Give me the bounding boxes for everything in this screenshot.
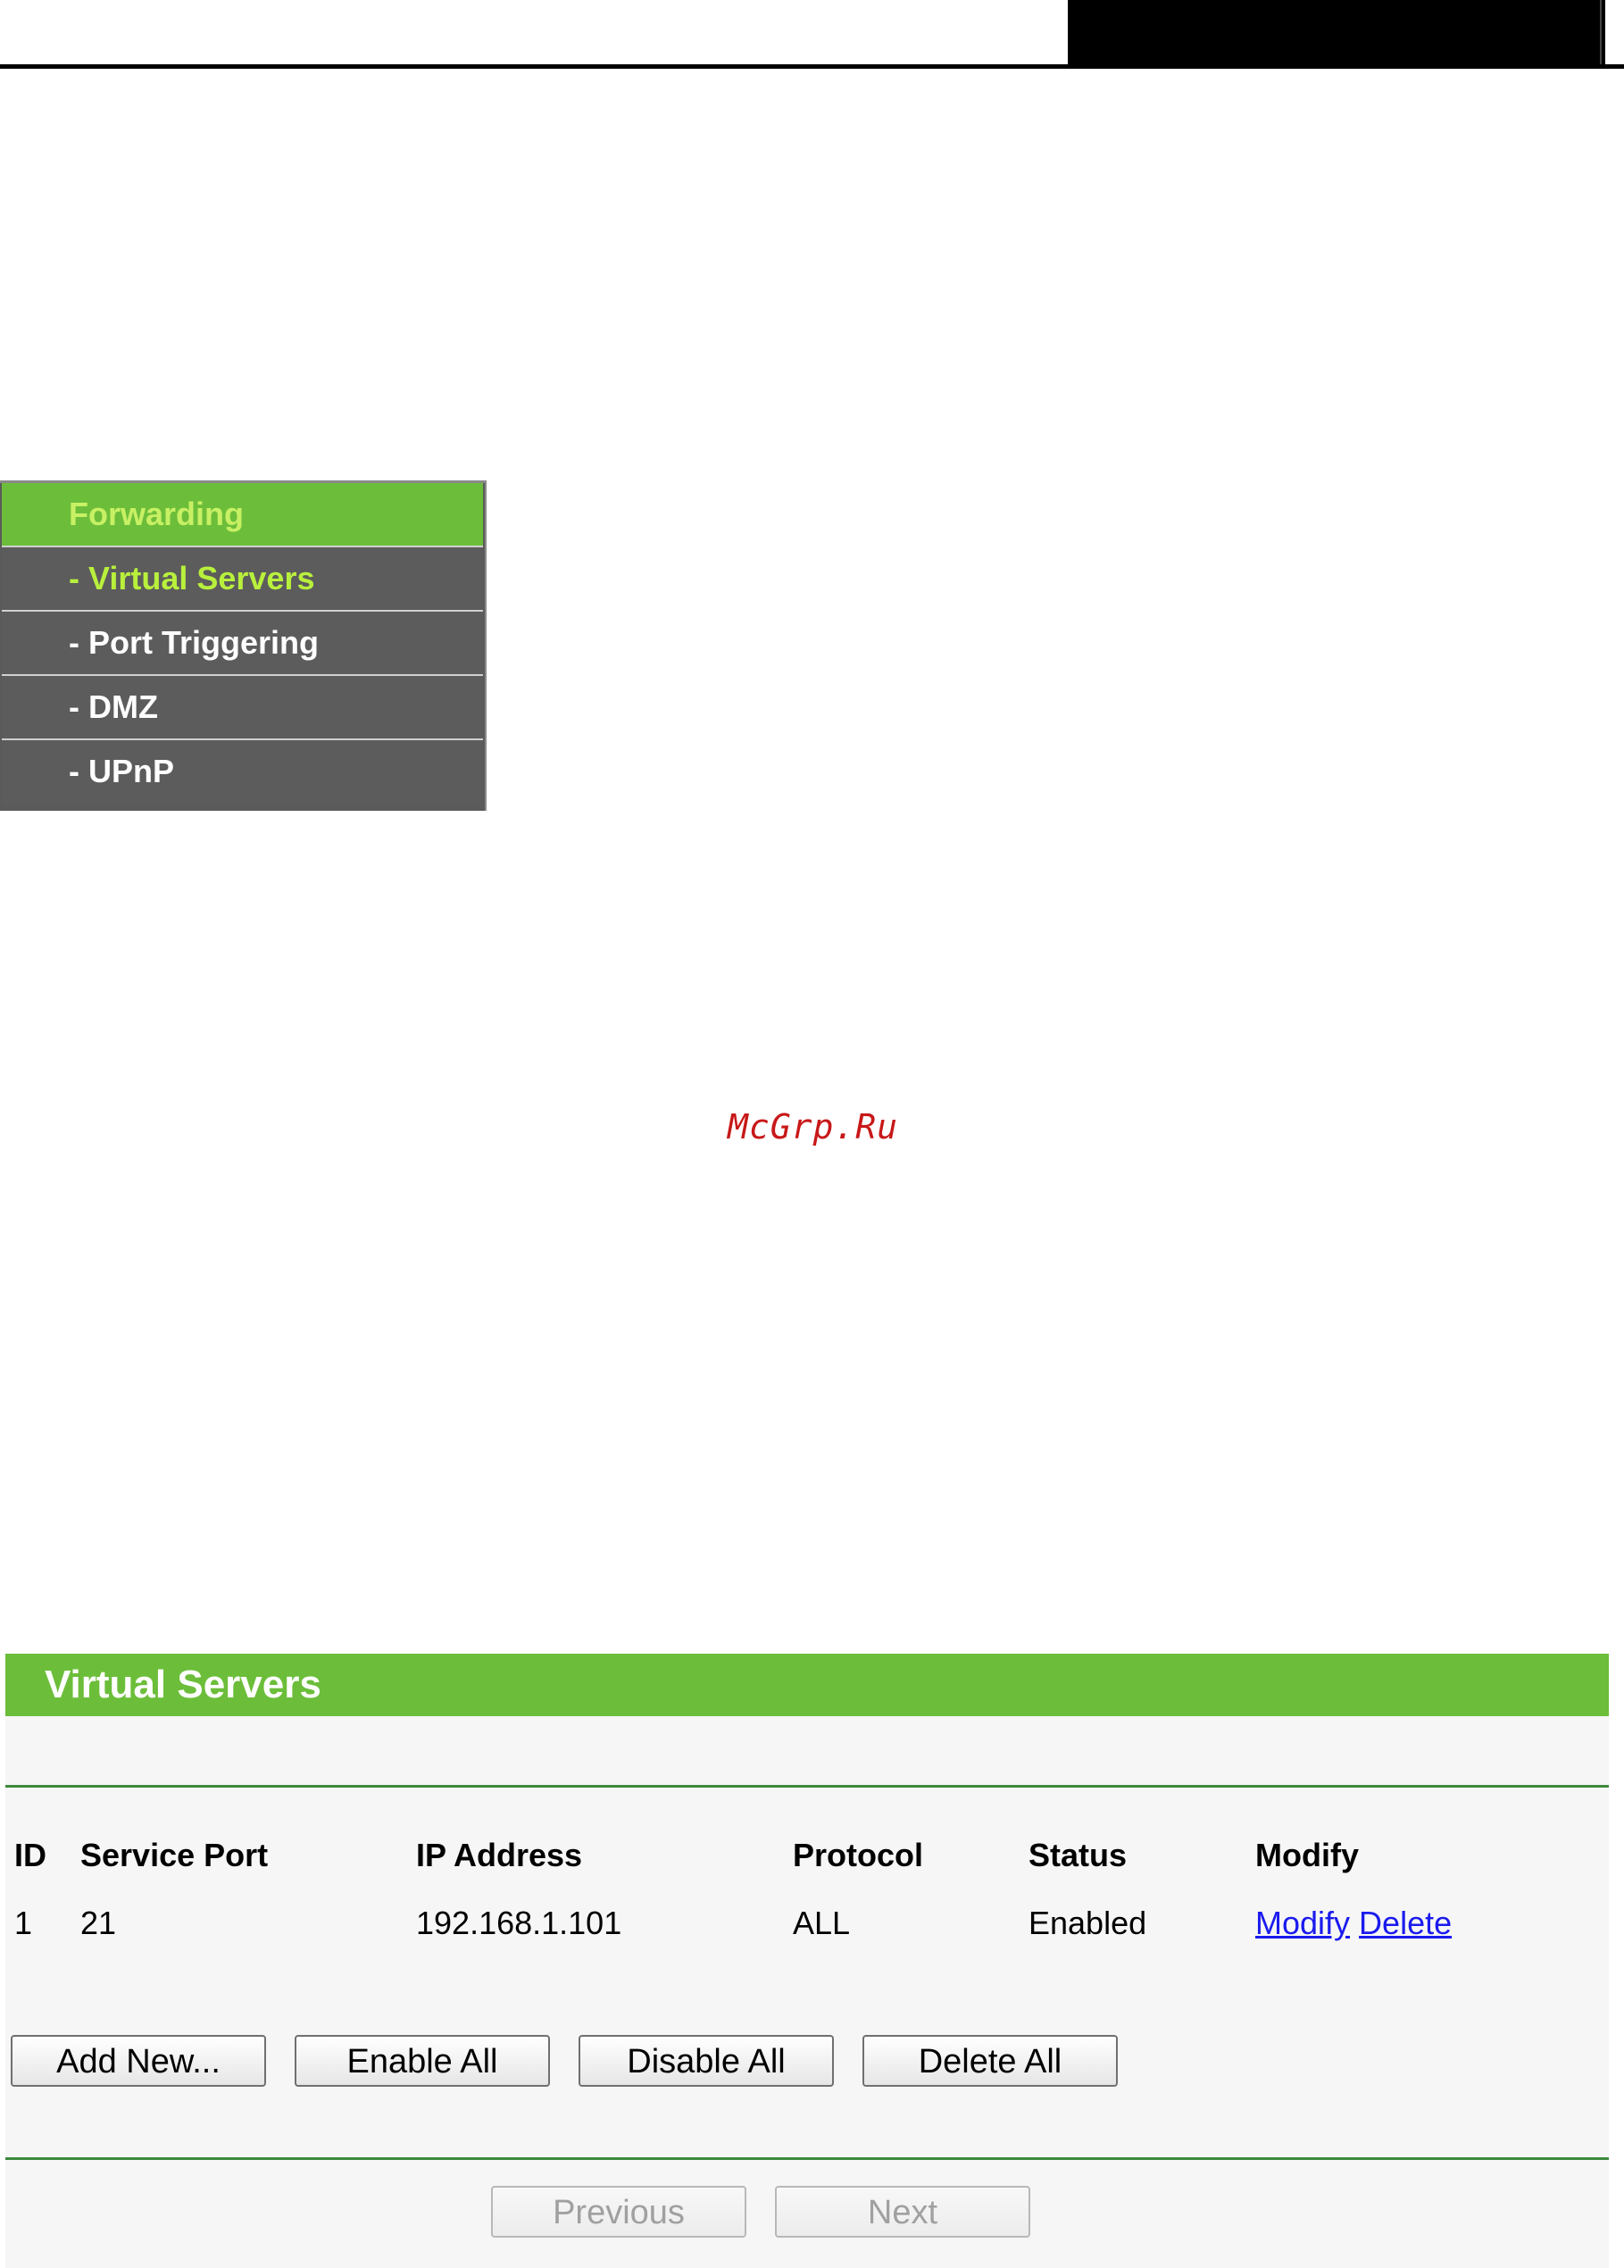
col-header-id: ID [14,1837,46,1873]
menu-item-dmz[interactable]: - DMZ [2,676,483,740]
cell-id: 1 [14,1905,33,1941]
delete-link[interactable]: Delete [1359,1905,1452,1941]
modify-link[interactable]: Modify [1255,1905,1350,1941]
watermark: McGrp.Ru [728,1107,899,1147]
cell-protocol: ALL [793,1905,851,1941]
next-button[interactable]: Next [775,2186,1030,2238]
menu-item-upnp[interactable]: - UPnP [2,740,483,805]
menu-item-port-triggering[interactable]: - Port Triggering [2,612,483,676]
table-row: 1 21 192.168.1.101 ALL Enabled Modify De… [5,1889,1609,1957]
divider-top [5,1785,1609,1788]
disable-all-button[interactable]: Disable All [579,2035,834,2087]
add-new-button[interactable]: Add New... [11,2035,266,2087]
menu-header-forwarding[interactable]: Forwarding [2,483,483,547]
delete-all-button[interactable]: Delete All [862,2035,1118,2087]
panel-title: Virtual Servers [5,1654,1609,1716]
menu-item-virtual-servers[interactable]: - Virtual Servers [2,547,483,612]
col-header-service-port: Service Port [80,1837,269,1873]
col-header-protocol: Protocol [793,1837,924,1873]
virtual-servers-table: ID Service Port IP Address Protocol Stat… [5,1822,1609,1957]
cell-modify: Modify Delete [1255,1889,1452,1957]
header-rule [0,64,1624,69]
enable-all-button[interactable]: Enable All [295,2035,550,2087]
table-header-row: ID Service Port IP Address Protocol Stat… [5,1822,1609,1889]
forwarding-menu: Forwarding - Virtual Servers - Port Trig… [0,480,487,811]
previous-button[interactable]: Previous [491,2186,746,2238]
col-header-modify: Modify [1255,1837,1359,1873]
virtual-servers-panel: Virtual Servers ID Service Port IP Addre… [5,1654,1609,2268]
header-black-tab [1068,0,1605,64]
divider-bottom [5,2157,1609,2160]
cell-service-port: 21 [80,1905,117,1941]
col-header-ip-address: IP Address [416,1837,583,1873]
cell-status: Enabled [1029,1905,1147,1941]
cell-ip-address: 192.168.1.101 [416,1905,622,1941]
col-header-status: Status [1029,1837,1128,1873]
